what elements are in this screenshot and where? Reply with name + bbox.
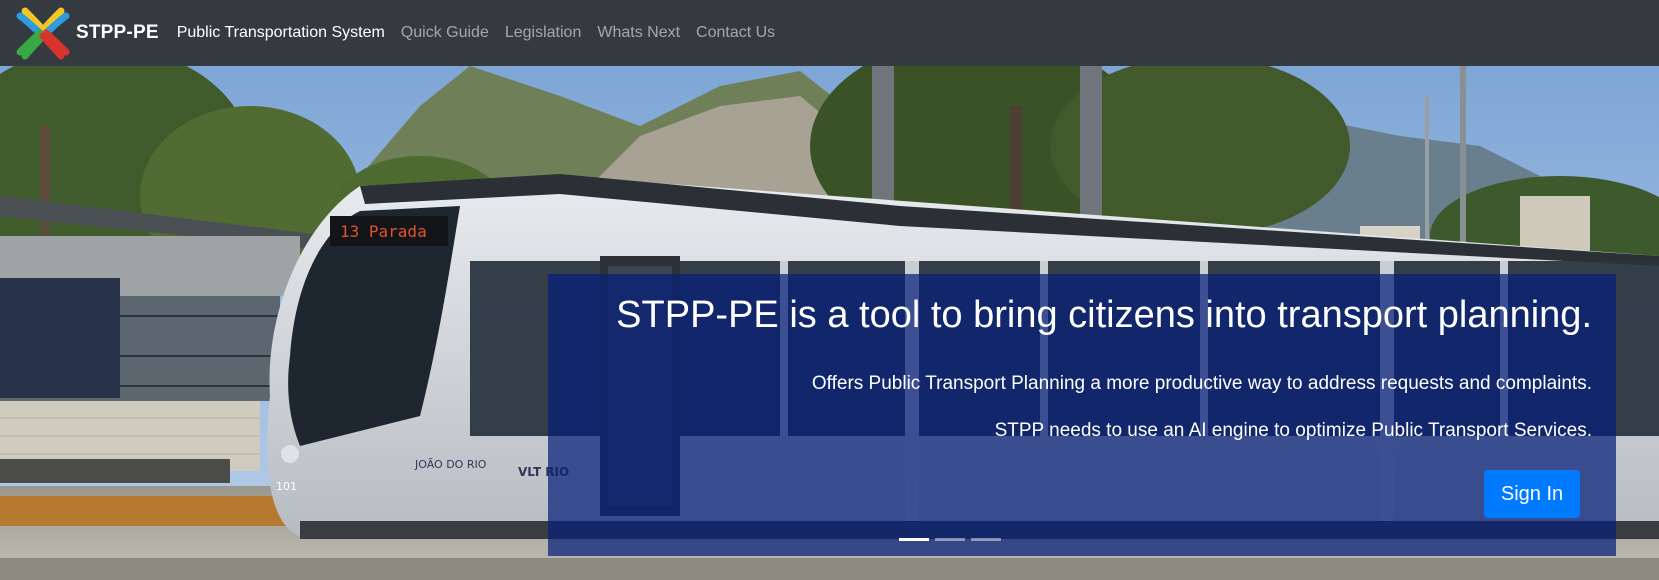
- carousel-indicator[interactable]: [899, 538, 929, 541]
- destination-sign-text: 13 Parada: [340, 222, 427, 241]
- sign-in-button[interactable]: Sign In: [1484, 470, 1580, 518]
- nav-link-public-transportation-system[interactable]: Public Transportation System: [177, 24, 385, 42]
- nav-link-legislation[interactable]: Legislation: [505, 24, 582, 42]
- tram-name-lettering: JOÃO DO RIO: [414, 458, 487, 471]
- hero-carousel: 13 Parada JOÃO DO RIO VLT RIO 101 STPP-P…: [0, 66, 1659, 580]
- hero-description-line: STPP needs to use an AI engine to optimi…: [994, 420, 1592, 441]
- brand-name: STPP-PE: [76, 22, 159, 43]
- carousel-caption: STPP-PE is a tool to bring citizens into…: [548, 274, 1616, 556]
- carousel-indicator[interactable]: [935, 538, 965, 541]
- carousel-indicator[interactable]: [971, 538, 1001, 541]
- hero-description-line: Offers Public Transport Planning a more …: [811, 373, 1592, 394]
- brand-link[interactable]: STPP-PE: [16, 6, 159, 60]
- top-navbar: STPP-PE Public Transportation System Qui…: [0, 0, 1659, 66]
- x-star-logo-icon: [16, 7, 70, 60]
- nav-link-contact-us[interactable]: Contact Us: [696, 24, 775, 42]
- nav-link-whats-next[interactable]: Whats Next: [597, 24, 680, 42]
- tram-fleet-number: 101: [276, 480, 297, 493]
- hero-headline: STPP-PE is a tool to bring citizens into…: [616, 294, 1592, 336]
- nav-links: Public Transportation System Quick Guide…: [177, 24, 791, 42]
- nav-link-quick-guide[interactable]: Quick Guide: [401, 24, 489, 42]
- carousel-indicators: [899, 538, 1007, 541]
